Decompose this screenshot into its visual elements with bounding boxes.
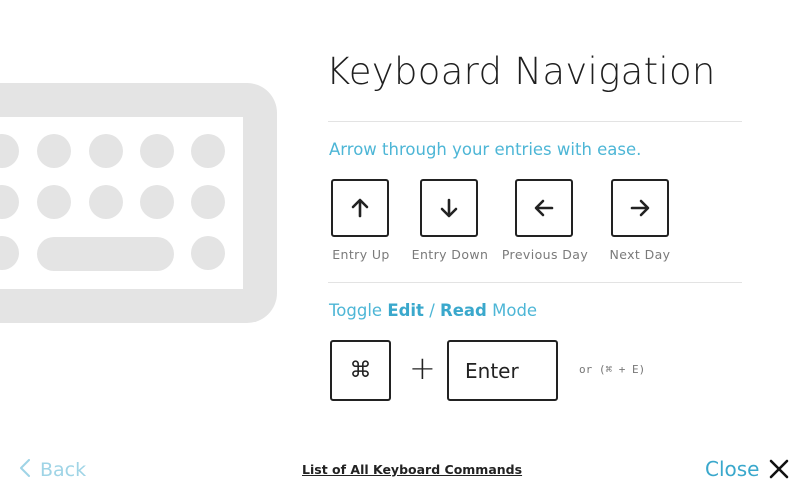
toggle-prefix: Toggle <box>329 301 383 320</box>
arrow-section-subtitle: Arrow through your entries with ease. <box>329 140 642 159</box>
close-button-label: Close <box>705 457 760 481</box>
close-icon <box>770 459 789 479</box>
key-enter: Enter <box>447 340 558 401</box>
keyboard-face <box>0 117 243 289</box>
back-button[interactable]: Back <box>20 458 86 482</box>
keyboard-key-dot <box>37 185 71 219</box>
toggle-section-subtitle: Toggle Edit / Read Mode <box>329 301 537 320</box>
back-button-label: Back <box>40 459 87 481</box>
keyboard-key-dot <box>0 134 19 168</box>
key-arrow-down <box>420 179 478 237</box>
toggle-read-label: Read <box>440 301 487 320</box>
enter-key-label: Enter <box>465 358 519 383</box>
key-label-entry-down: Entry Down <box>411 247 489 262</box>
toggle-suffix: Mode <box>492 301 538 320</box>
toggle-edit-label: Edit <box>387 301 424 320</box>
keyboard-key-dot <box>37 134 71 168</box>
key-arrow-right <box>611 179 669 237</box>
divider <box>328 121 742 122</box>
keyboard-key-dot <box>0 185 19 219</box>
list-all-commands-link[interactable]: List of All Keyboard Commands <box>302 462 522 477</box>
page-title: Keyboard Navigation <box>326 50 716 93</box>
keyboard-key-dot <box>191 185 225 219</box>
arrow-down-icon <box>440 198 458 218</box>
chevron-left-icon <box>20 458 30 482</box>
plus-sign: + <box>409 349 436 387</box>
arrow-right-icon <box>630 199 650 217</box>
keyboard-key-dot <box>191 134 225 168</box>
command-icon: ⌘ <box>349 358 372 383</box>
divider <box>328 282 742 283</box>
keyboard-key-dot <box>89 185 123 219</box>
close-button[interactable]: Close <box>705 457 789 481</box>
keyboard-key-dot <box>140 185 174 219</box>
key-label-previous-day: Previous Day <box>501 247 589 262</box>
alternative-shortcut: or (⌘ + E) <box>579 363 646 376</box>
keyboard-spacebar <box>37 237 174 271</box>
key-label-next-day: Next Day <box>609 247 671 262</box>
arrow-left-icon <box>534 199 554 217</box>
keyboard-key-dot <box>0 236 19 270</box>
keyboard-key-dot <box>89 134 123 168</box>
key-arrow-up <box>331 179 389 237</box>
keyboard-illustration <box>0 83 277 323</box>
key-command: ⌘ <box>330 340 391 401</box>
toggle-separator: / <box>429 301 435 320</box>
arrow-up-icon <box>351 198 369 218</box>
keyboard-key-dot <box>191 236 225 270</box>
keyboard-key-dot <box>140 134 174 168</box>
key-arrow-left <box>515 179 573 237</box>
